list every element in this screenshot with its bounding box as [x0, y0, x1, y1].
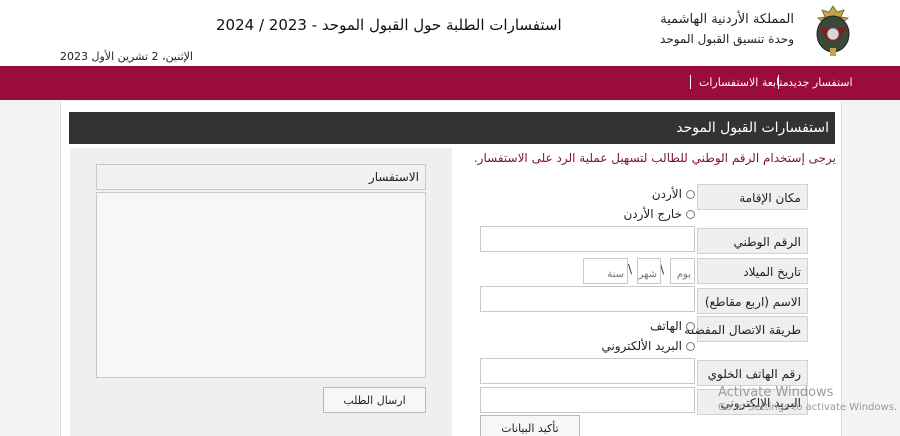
full-name-label: الاسم (اربع مقاطع) — [697, 288, 808, 314]
jordan-crest-icon — [816, 5, 850, 56]
full-name-input[interactable] — [480, 286, 695, 312]
contact-option-email[interactable]: البريد الألكتروني — [575, 339, 695, 353]
mobile-label: رقم الهاتف الخلوي — [697, 360, 808, 386]
radio-icon[interactable] — [686, 321, 695, 331]
contact-option-phone-label: الهاتف — [650, 319, 682, 333]
birthdate-label: تاريخ الميلاد — [697, 258, 808, 284]
nav-bar: استفسار جديد متابعة الاستفسارات — [0, 66, 900, 100]
confirm-data-button[interactable]: تأكيد البيانات — [480, 415, 580, 436]
nav-new-inquiry-link[interactable]: استفسار جديد — [788, 76, 853, 89]
radio-icon[interactable] — [686, 209, 695, 219]
activate-windows-watermark: Activate Windows — [718, 385, 834, 400]
activate-windows-hint: Go to Settings to activate Windows. — [718, 402, 898, 413]
contact-option-email-label: البريد الألكتروني — [601, 339, 682, 353]
contact-method-label: طريقة الاتصال المفضلة — [684, 316, 808, 342]
nav-separator — [690, 75, 691, 89]
unit-name: وحدة تنسيق القبول الموحد — [660, 32, 794, 46]
contact-option-phone[interactable]: الهاتف — [575, 319, 695, 333]
page-title: استفسارات الطلبة حول القبول الموحد - 202… — [216, 16, 562, 34]
panel-heading: استفسارات القبول الموحد — [69, 112, 835, 144]
email-input[interactable] — [480, 387, 695, 413]
residence-label: مكان الإقامة — [697, 184, 808, 210]
radio-icon[interactable] — [686, 189, 695, 199]
residence-option-jordan-label: الأردن — [651, 187, 682, 201]
inquiry-label: الاستفسار — [96, 164, 426, 190]
kingdom-name: المملكة الأردنية الهاشمية — [660, 12, 794, 27]
form-note: يرجى إستخدام الرقم الوطني للطالب لتسهيل … — [473, 151, 836, 165]
birth-month-input[interactable] — [637, 258, 661, 284]
nav-follow-up-link[interactable]: متابعة الاستفسارات — [699, 76, 789, 89]
mobile-input[interactable] — [480, 358, 695, 384]
national-id-label: الرقم الوطني — [697, 228, 808, 254]
send-request-button[interactable]: ارسال الطلب — [323, 387, 426, 413]
birth-day-input[interactable] — [670, 258, 695, 284]
national-id-input[interactable] — [480, 226, 695, 252]
residence-option-abroad[interactable]: خارج الأردن — [575, 207, 695, 221]
birth-year-input[interactable] — [583, 258, 628, 284]
current-date: الإثنين، 2 تشرين الأول 2023 — [60, 50, 193, 63]
inquiry-textarea[interactable] — [96, 192, 426, 378]
residence-option-jordan[interactable]: الأردن — [575, 187, 695, 201]
residence-option-abroad-label: خارج الأردن — [623, 207, 682, 221]
date-separator: \ — [628, 262, 633, 276]
radio-icon[interactable] — [686, 341, 695, 351]
site-header: المملكة الأردنية الهاشمية وحدة تنسيق الق… — [0, 0, 900, 66]
